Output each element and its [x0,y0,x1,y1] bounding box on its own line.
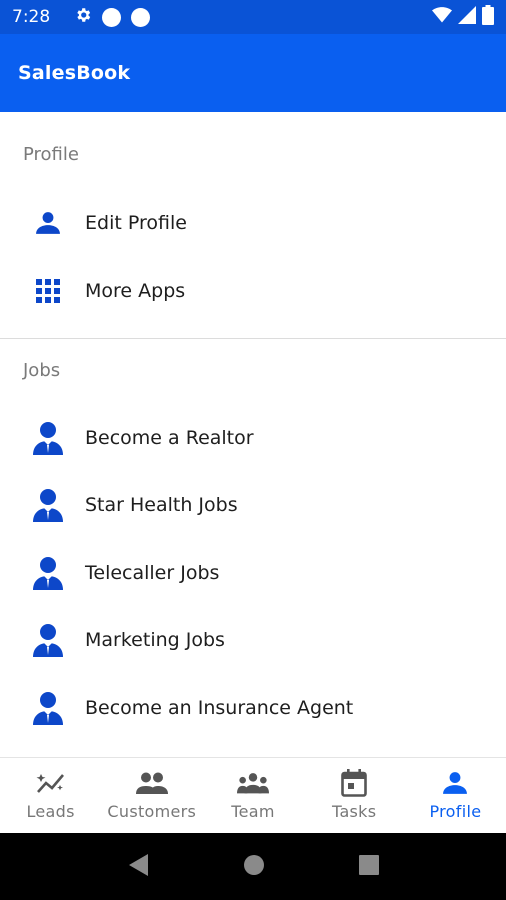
item-label: Become an Insurance Agent [85,697,354,719]
person-icon [439,768,471,798]
telecaller-jobs-item[interactable]: Telecaller Jobs [0,543,506,603]
people-icon [135,768,168,798]
trending-icon [35,768,67,798]
nav-leads[interactable]: Leads [0,758,101,833]
back-icon[interactable] [127,853,149,881]
group-icon [237,768,269,798]
section-header-profile: Profile [23,144,79,165]
more-apps-item[interactable]: More Apps [0,261,506,321]
profile-content: Profile Edit Profile More Apps Jobs Beco… [0,112,506,757]
nav-label: Profile [429,802,482,821]
signal-icon [458,6,476,28]
edit-profile-item[interactable]: Edit Profile [0,193,506,253]
nav-customers[interactable]: Customers [101,758,202,833]
bottom-navigation: Leads Customers Team Tasks Profile [0,757,506,833]
businessman-icon [30,622,66,658]
notification-dot-icon [131,7,151,27]
nav-team[interactable]: Team [202,758,303,833]
businessman-icon [30,420,66,456]
nav-tasks[interactable]: Tasks [304,758,405,833]
nav-label: Customers [107,802,197,821]
businessman-icon [30,555,66,591]
status-left: 7:28 [12,6,151,28]
item-label: Become a Realtor [85,427,254,449]
item-label: More Apps [85,280,186,302]
star-health-jobs-item[interactable]: Star Health Jobs [0,475,506,535]
section-header-jobs: Jobs [23,360,61,381]
businessman-icon [30,487,66,523]
nav-profile[interactable]: Profile [405,758,506,833]
item-label: Telecaller Jobs [85,562,220,584]
item-label: Star Health Jobs [85,494,238,516]
item-label: Marketing Jobs [85,629,225,651]
status-time: 7:28 [12,7,51,27]
wifi-icon [432,6,452,28]
system-navigation-bar [0,833,506,900]
apps-grid-icon [30,273,66,309]
item-label: Edit Profile [85,212,187,234]
gear-icon [74,6,92,28]
become-realtor-item[interactable]: Become a Realtor [0,408,506,468]
battery-icon [482,5,494,29]
marketing-jobs-item[interactable]: Marketing Jobs [0,610,506,670]
home-icon[interactable] [243,854,265,880]
status-right [432,5,494,29]
recents-icon[interactable] [359,854,379,879]
person-icon [30,205,66,241]
calendar-icon [338,768,370,798]
insurance-agent-item[interactable]: Become an Insurance Agent [0,678,506,738]
app-title: SalesBook [18,62,131,84]
status-bar: 7:28 [0,0,506,34]
section-divider [0,338,506,339]
notification-dot-icon [102,7,122,27]
businessman-icon [30,690,66,726]
nav-label: Team [231,802,275,821]
app-bar: SalesBook [0,34,506,112]
nav-label: Leads [26,802,75,821]
nav-label: Tasks [332,802,377,821]
